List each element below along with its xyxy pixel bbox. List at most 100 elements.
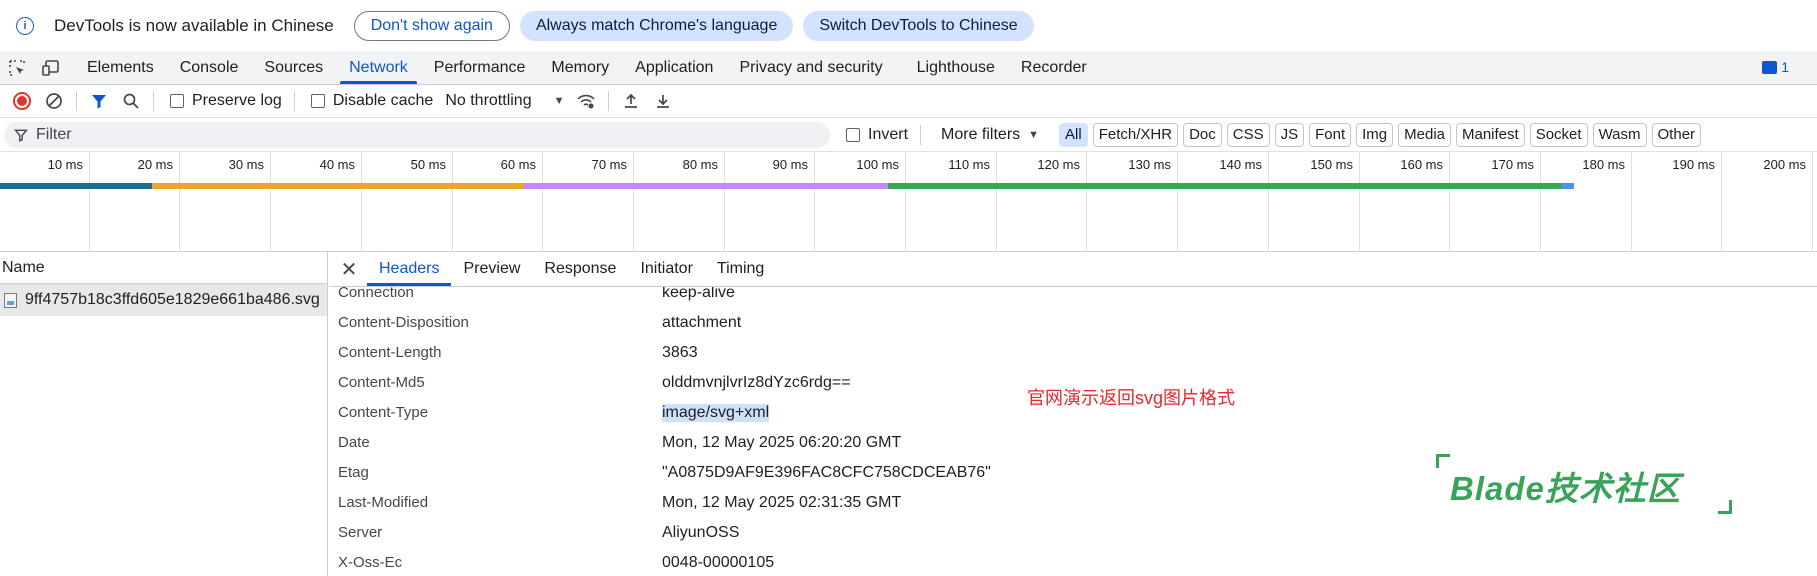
filter-chip-other[interactable]: Other (1651, 122, 1702, 147)
import-har-button[interactable] (615, 86, 647, 116)
tab-performance[interactable]: Performance (421, 51, 539, 84)
filter-chip-js[interactable]: JS (1274, 122, 1305, 147)
detail-tab-preview[interactable]: Preview (451, 252, 532, 286)
name-column-header[interactable]: Name (0, 252, 327, 284)
filter-chip-font[interactable]: Font (1309, 122, 1352, 147)
tab-network[interactable]: Network (336, 51, 421, 84)
filter-icon (14, 129, 28, 142)
filter-chip-media[interactable]: Media (1398, 122, 1451, 147)
header-value[interactable]: "A0875D9AF9E396FAC8CFC758CDCEAB76" (662, 464, 991, 482)
timeline-tick-label: 180 ms (1582, 157, 1625, 172)
filter-toggle-button[interactable] (83, 86, 115, 116)
close-icon[interactable]: ✕ (335, 252, 363, 286)
filter-placeholder: Filter (36, 125, 72, 143)
timeline-tick-label: 170 ms (1491, 157, 1534, 172)
filter-chip-doc[interactable]: Doc (1183, 122, 1222, 147)
timeline-gridline (179, 152, 180, 252)
timeline-gridline (1268, 152, 1269, 252)
device-toolbar-icon[interactable] (34, 51, 68, 84)
more-filters-dropdown[interactable]: More filters ▼ (941, 126, 1039, 144)
search-button[interactable] (115, 86, 147, 116)
header-row: Content-Disposition attachment (338, 314, 1738, 336)
timeline-gridline (452, 152, 453, 252)
tab-application[interactable]: Application (622, 51, 726, 84)
inspect-element-icon[interactable] (0, 51, 34, 84)
header-value[interactable]: Mon, 12 May 2025 02:31:35 GMT (662, 494, 901, 512)
timeline-segment (152, 183, 525, 189)
filter-chip-wasm[interactable]: Wasm (1592, 122, 1647, 147)
tab-elements[interactable]: Elements (74, 51, 167, 84)
detail-tabbar: ✕ Headers Preview Response Initiator Timing (329, 252, 1817, 287)
filter-chip-fetch-xhr[interactable]: Fetch/XHR (1092, 122, 1179, 147)
invert-checkbox[interactable]: Invert (846, 126, 908, 144)
tab-privacy-and-security[interactable]: Privacy and security (726, 51, 895, 84)
tab-lighthouse[interactable]: Lighthouse (904, 51, 1008, 84)
header-value[interactable]: keep-alive (662, 287, 735, 302)
switch-to-chinese-button[interactable]: Switch DevTools to Chinese (803, 10, 1034, 41)
header-value[interactable]: Mon, 12 May 2025 06:20:20 GMT (662, 434, 901, 452)
filter-chip-socket[interactable]: Socket (1529, 122, 1588, 147)
detail-tab-headers[interactable]: Headers (367, 252, 452, 286)
preserve-log-checkbox[interactable]: Preserve log (170, 92, 282, 110)
filter-chip-img[interactable]: Img (1356, 122, 1394, 147)
timeline-gridline (633, 152, 634, 252)
infobar-message: DevTools is now available in Chinese (54, 15, 334, 35)
header-value[interactable]: olddmvnjlvrIz8dYzc6rdg== (662, 374, 851, 392)
timeline-gridline (1359, 152, 1360, 252)
header-value[interactable]: AliyunOSS (662, 524, 739, 542)
timeline-gridline (1812, 152, 1813, 252)
annotation-text: 官网演示返回svg图片格式 (1027, 388, 1236, 408)
response-headers: Connection keep-alive Content-Disposition a… (329, 287, 1817, 575)
tab-recorder[interactable]: Recorder (1008, 51, 1100, 84)
tab-console[interactable]: Console (167, 51, 252, 84)
timeline-tick-label: 120 ms (1037, 157, 1080, 172)
request-row[interactable]: 9ff4757b18c3ffd605e1829e661ba486.svg (0, 284, 327, 316)
dont-show-again-button[interactable]: Don't show again (353, 10, 510, 41)
timeline-overview[interactable]: 10 ms 20 ms 30 ms 40 ms 50 ms 60 ms 70 ms 80 ms… (0, 152, 1817, 252)
tab-memory[interactable]: Memory (538, 51, 622, 84)
timeline-tick-label: 90 ms (772, 157, 808, 172)
filter-icon (92, 95, 106, 109)
always-match-language-button[interactable]: Always match Chrome's language (519, 10, 794, 41)
timeline-gridline (1086, 152, 1087, 252)
timeline-gridline (1540, 152, 1541, 252)
issues-icon (1762, 60, 1778, 74)
clear-button[interactable] (38, 86, 70, 116)
filter-chip-all[interactable]: All (1059, 122, 1088, 147)
filter-chip-css[interactable]: CSS (1226, 122, 1270, 147)
detail-tab-timing[interactable]: Timing (705, 252, 776, 286)
timeline-gridline (905, 152, 906, 252)
header-row: Date Mon, 12 May 2025 06:20:20 GMT (338, 434, 1738, 456)
filter-chip-manifest[interactable]: Manifest (1456, 122, 1525, 147)
header-key: Content-Disposition (338, 314, 469, 331)
header-value[interactable]: attachment (662, 314, 741, 332)
detail-tab-response[interactable]: Response (532, 252, 628, 286)
network-conditions-button[interactable] (570, 86, 602, 116)
disable-cache-checkbox[interactable]: Disable cache (310, 92, 433, 110)
export-har-button[interactable] (647, 86, 679, 116)
timeline-gridline (361, 152, 362, 252)
timeline-tick-label: 80 ms (682, 157, 718, 172)
header-value[interactable]: 3863 (662, 344, 698, 362)
timeline-tick-label: 200 ms (1763, 157, 1806, 172)
timeline-segment (1561, 183, 1574, 189)
clear-icon (46, 93, 62, 109)
checkbox-icon (310, 94, 325, 108)
header-value[interactable]: image/svg+xml (662, 404, 770, 422)
tab-sources[interactable]: Sources (251, 51, 336, 84)
detail-tab-initiator[interactable]: Initiator (628, 252, 704, 286)
timeline-gridline (542, 152, 543, 252)
issues-counter[interactable]: 1 (1762, 59, 1789, 75)
request-name: 9ff4757b18c3ffd605e1829e661ba486.svg (25, 291, 320, 308)
language-infobar: i DevTools is now available in Chinese D… (0, 0, 1817, 51)
header-key: Connection (338, 287, 414, 301)
throttling-select[interactable]: No throttling ▼ (445, 92, 564, 110)
divider (293, 91, 295, 111)
header-row: Server AliyunOSS (338, 524, 1738, 546)
header-value[interactable]: 0048-00000105 (662, 554, 774, 572)
timeline-segment (524, 183, 888, 189)
stop-recording-button[interactable] (6, 86, 38, 116)
filter-input[interactable]: Filter (4, 121, 830, 148)
timeline-tick-label: 190 ms (1672, 157, 1715, 172)
timeline-gridline (996, 152, 997, 252)
